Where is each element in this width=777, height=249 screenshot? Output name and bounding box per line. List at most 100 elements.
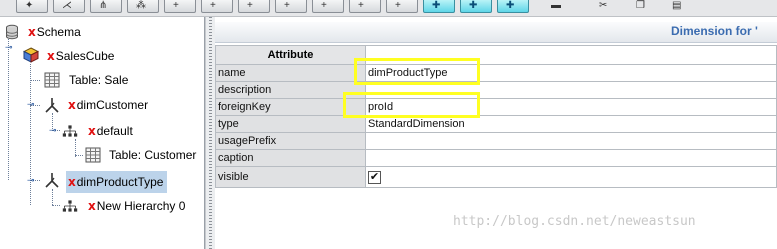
node-label: Schema — [36, 25, 81, 39]
table-row[interactable]: visible ✔ — [215, 166, 777, 188]
copy-icon: ❐ — [636, 0, 645, 11]
edit-mode-button[interactable]: ▬ — [543, 0, 573, 12]
visible-checkbox[interactable]: ✔ — [368, 170, 381, 184]
table-row[interactable]: type StandardDimension — [215, 115, 777, 133]
tree-node-default-hierarchy[interactable]: xdefault — [88, 121, 133, 141]
table-icon — [44, 72, 60, 88]
hierarchy-icon — [62, 200, 78, 212]
node-prefix: x — [68, 175, 76, 189]
node-label: New Hierarchy 0 — [96, 199, 186, 213]
highlight-box-foreign-key — [343, 92, 480, 118]
table-row[interactable]: name dimProductType — [215, 64, 777, 82]
add-calculated-member-button[interactable]: + — [201, 0, 233, 13]
expand-toggle-icon[interactable]: ⊸ — [5, 43, 13, 52]
edit-mode-icon: ▬ — [551, 0, 561, 11]
table-row[interactable]: usagePrefix — [215, 132, 777, 150]
add-cube-grant-button[interactable]: ✚ — [460, 0, 492, 13]
tree-node-table-customer[interactable]: Table: Customer — [109, 145, 196, 165]
node-label: Table: Customer — [109, 148, 197, 162]
tree-node-dim-customer[interactable]: xdimCustomer — [68, 95, 148, 115]
attribute-key: visible — [215, 166, 366, 188]
tree-node-dim-product-type[interactable]: xdimProductType — [66, 171, 168, 193]
add-schema-grant-button[interactable]: ✚ — [423, 0, 455, 13]
panel-splitter[interactable] — [205, 17, 215, 249]
add-misc-button[interactable]: + — [386, 0, 418, 13]
watermark: http://blog.csdn.net/neweastsun — [453, 214, 696, 229]
add-hierarchy-grant-icon: ✚ — [506, 0, 515, 11]
add-dimension-icon: ⋌ — [62, 0, 72, 11]
add-cube-icon: ✦ — [25, 0, 34, 11]
table-row[interactable]: description — [215, 81, 777, 99]
add-measure-button[interactable]: + — [164, 0, 196, 13]
usage-prefix-value-cell[interactable] — [365, 132, 777, 150]
panel-title: Dimension for ' — [671, 24, 758, 38]
node-prefix: x — [47, 49, 55, 63]
node-prefix: x — [28, 25, 36, 39]
add-calculated-member-icon: + — [210, 0, 216, 11]
node-prefix: x — [88, 124, 96, 138]
cut-icon: ✂ — [599, 0, 608, 11]
expand-toggle-icon[interactable]: ⊸ — [27, 176, 35, 185]
add-level-button[interactable]: ⁂ — [127, 0, 159, 13]
add-misc-icon: + — [395, 0, 401, 11]
caption-value-cell[interactable] — [365, 149, 777, 167]
add-virtual-measure-button[interactable]: + — [312, 0, 344, 13]
copy-button[interactable]: ❐ — [628, 0, 658, 12]
add-virtual-cube-button[interactable]: + — [238, 0, 270, 13]
paste-button[interactable]: ▤ — [664, 0, 694, 12]
tree-connector — [75, 155, 83, 156]
table-row[interactable]: foreignKey proId — [215, 98, 777, 116]
node-label: dimCustomer — [76, 98, 149, 112]
visible-value-cell: ✔ — [365, 166, 777, 188]
attribute-key: caption — [215, 149, 366, 167]
highlight-box-name — [354, 58, 480, 85]
node-label: dimProductType — [76, 175, 164, 189]
cube-icon — [23, 47, 39, 63]
node-prefix: x — [68, 98, 76, 112]
expand-toggle-icon[interactable]: ⊸ — [27, 100, 35, 109]
add-role-button[interactable]: + — [349, 0, 381, 13]
add-measure-icon: + — [173, 0, 179, 11]
tree-connector — [52, 205, 60, 206]
add-cube-grant-icon: ✚ — [469, 0, 478, 11]
add-virtual-cube-icon: + — [247, 0, 253, 11]
attribute-header: Attribute — [215, 45, 366, 65]
dimension-icon — [45, 173, 59, 188]
add-dimension-button[interactable]: ⋌ — [53, 0, 85, 13]
tree-node-table-sale[interactable]: Table: Sale — [69, 70, 128, 90]
dimension-icon — [45, 98, 59, 113]
toolbar: ✦ ⋌ ⋔ ⁂ + + + + + + + ✚ ✚ ✚ ▬ ✂ ❐ ▤ — [0, 0, 777, 17]
add-virtual-dimension-button[interactable]: + — [275, 0, 307, 13]
table-header-row: Attribute — [215, 45, 777, 65]
panel-title-bar: Dimension for ' — [215, 22, 777, 43]
node-label: default — [96, 124, 133, 138]
tree-node-schema[interactable]: xSchema — [28, 22, 81, 42]
expand-toggle-icon[interactable]: ⊸ — [49, 126, 57, 135]
add-virtual-measure-icon: + — [321, 0, 327, 11]
table-row[interactable]: caption — [215, 149, 777, 167]
add-hierarchy-icon: ⋔ — [99, 0, 108, 11]
type-value-cell[interactable]: StandardDimension — [365, 115, 777, 133]
paste-icon: ▤ — [672, 0, 682, 11]
tree-connector — [8, 35, 9, 180]
add-cube-button[interactable]: ✦ — [16, 0, 48, 13]
attribute-table: Attribute name dimProductType descriptio… — [215, 45, 777, 188]
tree-node-sales-cube[interactable]: xSalesCube — [47, 46, 114, 66]
add-level-icon: ⁂ — [136, 0, 146, 11]
add-schema-grant-icon: ✚ — [432, 0, 441, 11]
table-icon — [85, 147, 101, 163]
add-hierarchy-button[interactable]: ⋔ — [90, 0, 122, 13]
attribute-key: name — [215, 64, 366, 82]
tree-connector — [52, 189, 53, 205]
tree-node-new-hierarchy[interactable]: xNew Hierarchy 0 — [88, 196, 185, 216]
hierarchy-icon — [62, 125, 78, 137]
node-label: Table: Sale — [69, 73, 129, 87]
add-hierarchy-grant-button[interactable]: ✚ — [497, 0, 529, 13]
node-prefix: x — [88, 199, 96, 213]
schema-tree[interactable]: xSchema ⊸ xSalesCube Table: Sale ⊸ xdimC… — [0, 17, 205, 249]
add-virtual-dimension-icon: + — [284, 0, 290, 11]
properties-panel: Dimension for ' Attribute name dimProduc… — [215, 17, 777, 249]
attribute-key: type — [215, 115, 366, 133]
tree-connector — [30, 80, 40, 81]
cut-button[interactable]: ✂ — [591, 0, 621, 12]
